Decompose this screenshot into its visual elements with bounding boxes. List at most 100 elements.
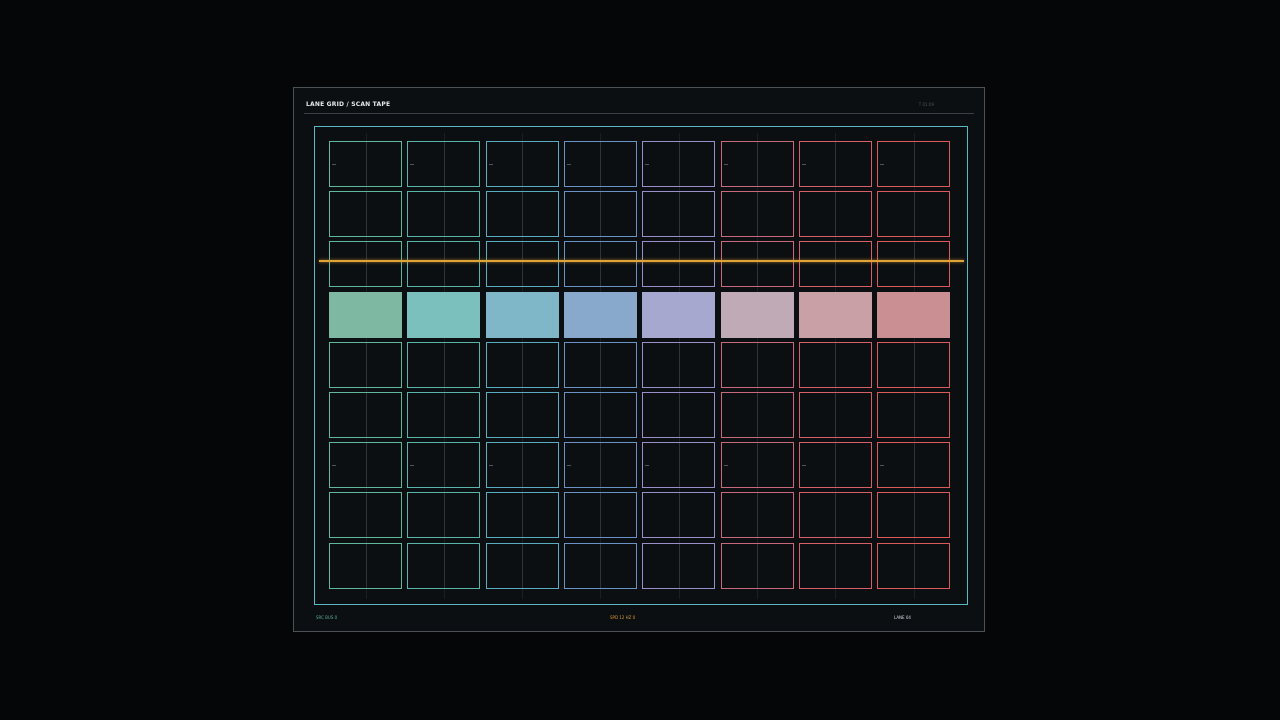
lane-cell[interactable] xyxy=(329,442,402,489)
lane-cell[interactable] xyxy=(720,442,794,489)
lane-cell[interactable] xyxy=(720,392,794,438)
cell-center-line xyxy=(443,543,445,588)
lane-cell[interactable] xyxy=(720,341,794,388)
cell-center-line xyxy=(522,393,524,437)
lane-cell[interactable] xyxy=(329,291,402,338)
lane-cell[interactable] xyxy=(563,341,637,388)
lane-cell[interactable] xyxy=(798,291,872,338)
cell-tick-mark xyxy=(880,465,885,467)
lane-cell[interactable] xyxy=(877,241,951,288)
lane-cell[interactable] xyxy=(407,291,481,338)
cell-center-line xyxy=(522,342,524,387)
lane-cell[interactable] xyxy=(798,542,872,589)
cell-center-line xyxy=(600,192,602,237)
lane-cell[interactable] xyxy=(877,141,951,187)
lane-cell[interactable] xyxy=(720,141,794,187)
lane-cell[interactable] xyxy=(485,291,559,338)
lane-cell[interactable] xyxy=(642,241,716,288)
lane-cell[interactable] xyxy=(720,492,794,539)
lane-cell[interactable] xyxy=(407,241,481,288)
cell-center-line xyxy=(678,192,680,237)
lane-cell[interactable] xyxy=(877,392,951,438)
lane-cell[interactable] xyxy=(642,191,716,238)
lane-cell[interactable] xyxy=(329,542,402,589)
lane-cell[interactable] xyxy=(720,291,794,338)
lane-cell[interactable] xyxy=(485,241,559,288)
lane-cell[interactable] xyxy=(798,442,872,489)
lane-cell[interactable] xyxy=(563,191,637,238)
lane-cell[interactable] xyxy=(407,392,481,438)
cell-center-line xyxy=(443,493,445,538)
lane-cell[interactable] xyxy=(485,442,559,489)
lane-cell[interactable] xyxy=(877,442,951,489)
cell-center-line xyxy=(835,393,837,437)
lane-cell[interactable] xyxy=(485,392,559,438)
cell-center-line xyxy=(443,192,445,237)
cell-center-line xyxy=(757,393,758,437)
cell-tick-mark xyxy=(723,465,728,467)
cell-center-line xyxy=(757,192,758,237)
lane-cell[interactable] xyxy=(877,492,951,539)
lane-cell[interactable] xyxy=(563,141,637,187)
lane-cell[interactable] xyxy=(642,392,716,438)
lane-cell[interactable] xyxy=(642,341,716,388)
scan-playhead-line[interactable] xyxy=(319,260,964,262)
lane-cell[interactable] xyxy=(329,392,402,438)
lane-cell[interactable] xyxy=(485,141,559,187)
cell-center-line xyxy=(678,393,680,437)
cell-center-line xyxy=(757,242,758,287)
cell-center-line xyxy=(678,443,680,488)
cell-center-line xyxy=(678,342,680,387)
cell-tick-mark xyxy=(645,465,650,467)
lane-cell[interactable] xyxy=(485,191,559,238)
lane-cell[interactable] xyxy=(407,141,481,187)
lane-cell[interactable] xyxy=(877,542,951,589)
cell-center-line xyxy=(757,493,758,538)
lane-cell[interactable] xyxy=(798,492,872,539)
lane-cell[interactable] xyxy=(720,542,794,589)
cell-tick-mark xyxy=(723,164,728,165)
cell-center-line xyxy=(365,142,367,186)
lane-cell[interactable] xyxy=(407,191,481,238)
lane-cell[interactable] xyxy=(798,191,872,238)
cell-center-line xyxy=(678,242,680,287)
lane-cell[interactable] xyxy=(563,542,637,589)
lane-cell[interactable] xyxy=(798,392,872,438)
lane-cell[interactable] xyxy=(563,392,637,438)
lane-cell[interactable] xyxy=(877,291,951,338)
lane-cell[interactable] xyxy=(877,191,951,238)
lane-cell[interactable] xyxy=(329,191,402,238)
cell-center-line xyxy=(678,543,680,588)
lane-cell[interactable] xyxy=(642,141,716,187)
lane-cell[interactable] xyxy=(485,492,559,539)
lane-cell[interactable] xyxy=(407,341,481,388)
lane-cell[interactable] xyxy=(407,492,481,539)
lane-cell[interactable] xyxy=(329,141,402,187)
lane-cell[interactable] xyxy=(563,442,637,489)
lane-cell[interactable] xyxy=(642,542,716,589)
cell-center-line xyxy=(835,242,837,287)
lane-cell[interactable] xyxy=(798,341,872,388)
lane-cell[interactable] xyxy=(329,241,402,288)
lane-cell[interactable] xyxy=(642,442,716,489)
lane-cell[interactable] xyxy=(485,542,559,589)
lane-cell[interactable] xyxy=(798,141,872,187)
lane-cell[interactable] xyxy=(329,492,402,539)
cell-tick-mark xyxy=(566,164,571,165)
cell-center-line xyxy=(835,142,837,186)
lane-cell[interactable] xyxy=(329,341,402,388)
cell-tick-mark xyxy=(332,465,336,467)
lane-cell[interactable] xyxy=(563,241,637,288)
lane-cell[interactable] xyxy=(563,492,637,539)
lane-cell[interactable] xyxy=(720,191,794,238)
lane-cell[interactable] xyxy=(407,442,481,489)
lane-cell[interactable] xyxy=(720,241,794,288)
lane-cell[interactable] xyxy=(798,241,872,288)
cell-center-line xyxy=(913,242,915,287)
lane-cell[interactable] xyxy=(563,291,637,338)
lane-cell[interactable] xyxy=(877,341,951,388)
lane-cell[interactable] xyxy=(407,542,481,589)
lane-cell[interactable] xyxy=(642,492,716,539)
lane-cell[interactable] xyxy=(485,341,559,388)
lane-cell[interactable] xyxy=(642,291,716,338)
